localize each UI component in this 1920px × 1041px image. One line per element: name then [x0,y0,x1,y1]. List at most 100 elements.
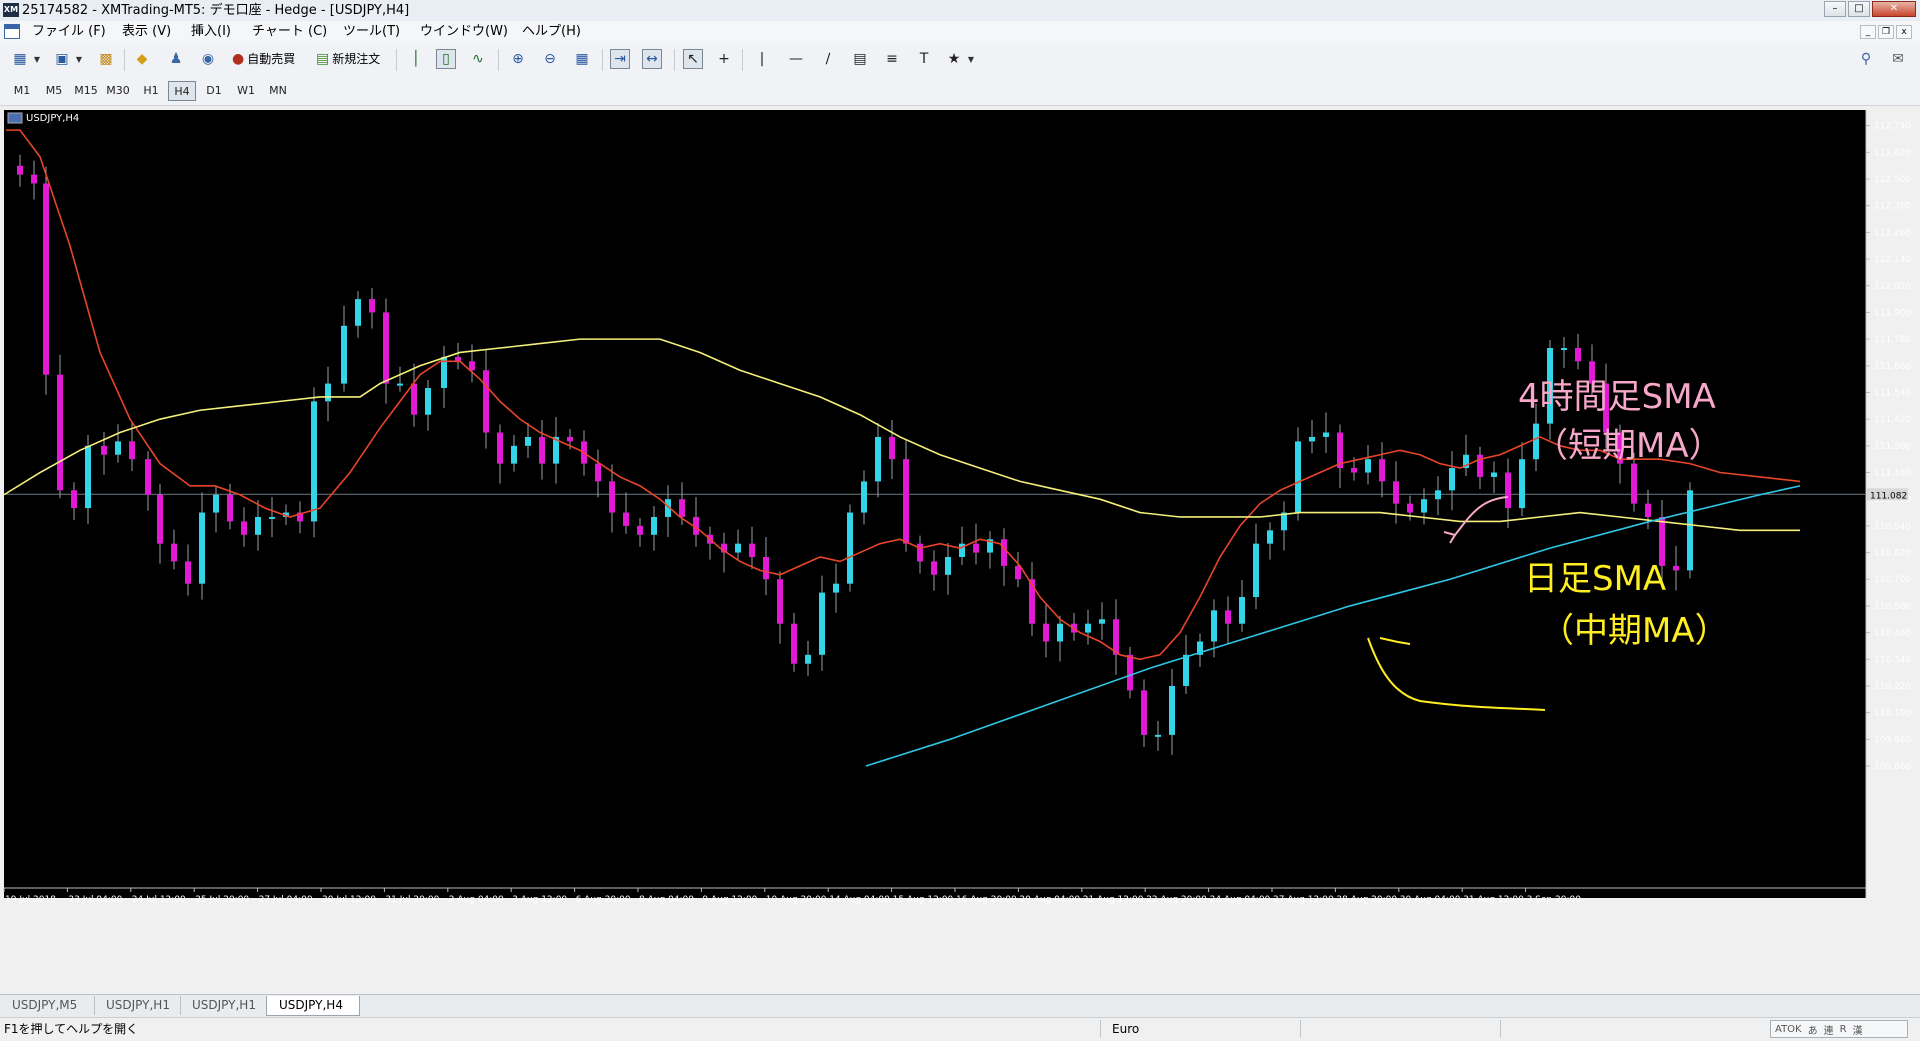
vertical-line-icon[interactable]: | [752,49,772,69]
menu-window[interactable]: ウインドウ(W) [416,23,512,41]
candle-body [889,436,895,460]
ime-toolbar[interactable]: ATOK あ連 R 漢 [1770,1020,1908,1038]
price-tick-label: 110.340 [1874,655,1911,665]
equidistant-channel-icon[interactable]: ▤ [850,49,870,69]
mdi-restore-icon[interactable]: ❐ [1878,25,1894,39]
zoom-out-icon[interactable]: ⊖ [540,49,560,69]
auto-scroll-icon[interactable]: ⇥ [610,49,630,69]
auto-trade-label: 自動売買 [247,52,296,66]
candle-body [397,383,403,386]
ime-item[interactable]: あ [1808,1022,1818,1037]
ime-item[interactable]: ATOK [1775,1024,1802,1035]
ime-item[interactable]: 連 [1824,1022,1834,1037]
candle-body [763,557,769,580]
navigator-icon[interactable]: ◆ [132,49,152,69]
price-tick-label: 110.580 [1874,602,1911,612]
timeframe-m1[interactable]: M1 [8,81,36,101]
timeframe-m5[interactable]: M5 [40,81,68,101]
cursor-icon[interactable]: ↖ [683,49,703,69]
text-icon[interactable]: T [914,49,934,69]
menu-view[interactable]: 表示 (V) [118,23,175,41]
search-icon[interactable]: ⚲ [1856,49,1876,69]
timeframe-m15[interactable]: M15 [72,81,100,101]
time-tick-label: 30 Jul 12:00 [322,895,376,905]
candle-body [1323,432,1329,437]
candle-body [1113,619,1119,655]
signal-icon[interactable]: ◉ [198,49,218,69]
chat-icon[interactable]: ✉ [1888,49,1908,69]
menu-file[interactable]: ファイル (F) [28,23,110,41]
time-tick-label: 9 Aug 12:00 [702,895,757,905]
candle-body [511,445,517,464]
chevron-down-icon[interactable]: ▼ [74,49,84,69]
timeframe-d1[interactable]: D1 [200,81,228,101]
chevron-down-icon[interactable]: ▼ [966,49,976,69]
chart-shift-icon[interactable]: ↔ [642,49,662,69]
chart-tab[interactable]: USDJPY,H4 [266,996,360,1016]
profiles-icon[interactable]: ▣ [52,49,72,69]
candle-body [129,441,135,460]
timeframe-m30[interactable]: M30 [104,81,132,101]
candle-body [1001,539,1007,566]
ime-item[interactable]: R [1840,1024,1847,1035]
candle-body [1253,543,1259,598]
candle-body [171,543,177,562]
candle-body [199,512,205,584]
price-tick-label: 109.860 [1874,762,1911,772]
candle-body [213,494,219,513]
chart-tab[interactable]: USDJPY,M5 [0,996,95,1015]
menu-help[interactable]: ヘルプ(H) [518,23,585,41]
candle-body [269,516,275,519]
menu-tools[interactable]: ツール(T) [339,23,404,41]
candle-body [973,543,979,553]
new-chart-icon[interactable]: ▦ [10,49,30,69]
market-watch-icon[interactable]: ▩ [96,49,116,69]
candle-body [679,499,685,517]
chart-tab[interactable]: USDJPY,H1 [180,996,267,1015]
candle-body [1211,610,1217,642]
ime-item[interactable]: 漢 [1853,1022,1863,1037]
fibonacci-icon[interactable]: ≡ [882,49,902,69]
line-chart-icon[interactable]: ∿ [468,49,488,69]
zoom-in-icon[interactable]: ⊕ [508,49,528,69]
chevron-down-icon[interactable]: ▼ [32,49,42,69]
menu-chart[interactable]: チャート (C) [248,23,331,41]
maximize-icon[interactable]: □ [1848,1,1870,17]
timeframe-h4[interactable]: H4 [168,81,196,101]
menu-insert[interactable]: 挿入(I) [187,23,235,41]
close-icon[interactable]: ✕ [1872,1,1916,17]
shapes-icon[interactable]: ★ [944,49,964,69]
toolbar-separator [124,49,125,71]
candle-body [1645,503,1651,517]
mdi-close-icon[interactable]: x [1896,25,1912,39]
trend-line-icon[interactable]: ∕ [818,49,838,69]
chart-tab[interactable]: USDJPY,H1 [94,996,181,1015]
time-tick-label: 31 Aug 12:00 [1463,895,1524,905]
price-chart[interactable]: 112.740 112.620 112.500 112.380 112.260 112.1… [0,106,1920,994]
tile-windows-icon[interactable]: ▦ [572,49,592,69]
candle-body [875,436,881,482]
candle-body [1393,481,1399,504]
candle-body [1631,463,1637,504]
document-icon[interactable] [4,24,20,39]
candle-body [411,383,417,415]
mdi-minimize-icon[interactable]: _ [1860,25,1876,39]
candlestick-chart-icon[interactable]: ▯ [436,49,456,69]
timeframe-w1[interactable]: W1 [232,81,260,101]
annotation-daily-sma-title: 日足SMA [1524,559,1666,599]
auto-trade-button[interactable]: ● 自動売買 [232,50,295,68]
time-tick-label: 14 Aug 04:00 [829,895,890,905]
candle-body [157,494,163,544]
bar-chart-icon[interactable]: │ [406,49,426,69]
new-order-button[interactable]: ▤ 新規注文 [316,50,380,68]
traders-icon[interactable]: ♟ [166,49,186,69]
crosshair-icon[interactable]: + [714,49,734,69]
minimize-icon[interactable]: – [1824,1,1846,17]
price-tick-label: 111.420 [1874,415,1911,425]
title-bar: XM 25174582 - XMTrading-MT5: デモ口座 - Hedg… [0,0,1920,22]
time-tick-label: 8 Aug 04:00 [639,895,694,905]
timeframe-h1[interactable]: H1 [137,81,165,101]
horizontal-line-icon[interactable]: — [786,49,806,69]
time-tick-label: 28 Aug 20:00 [1336,895,1397,905]
timeframe-mn[interactable]: MN [264,81,292,101]
